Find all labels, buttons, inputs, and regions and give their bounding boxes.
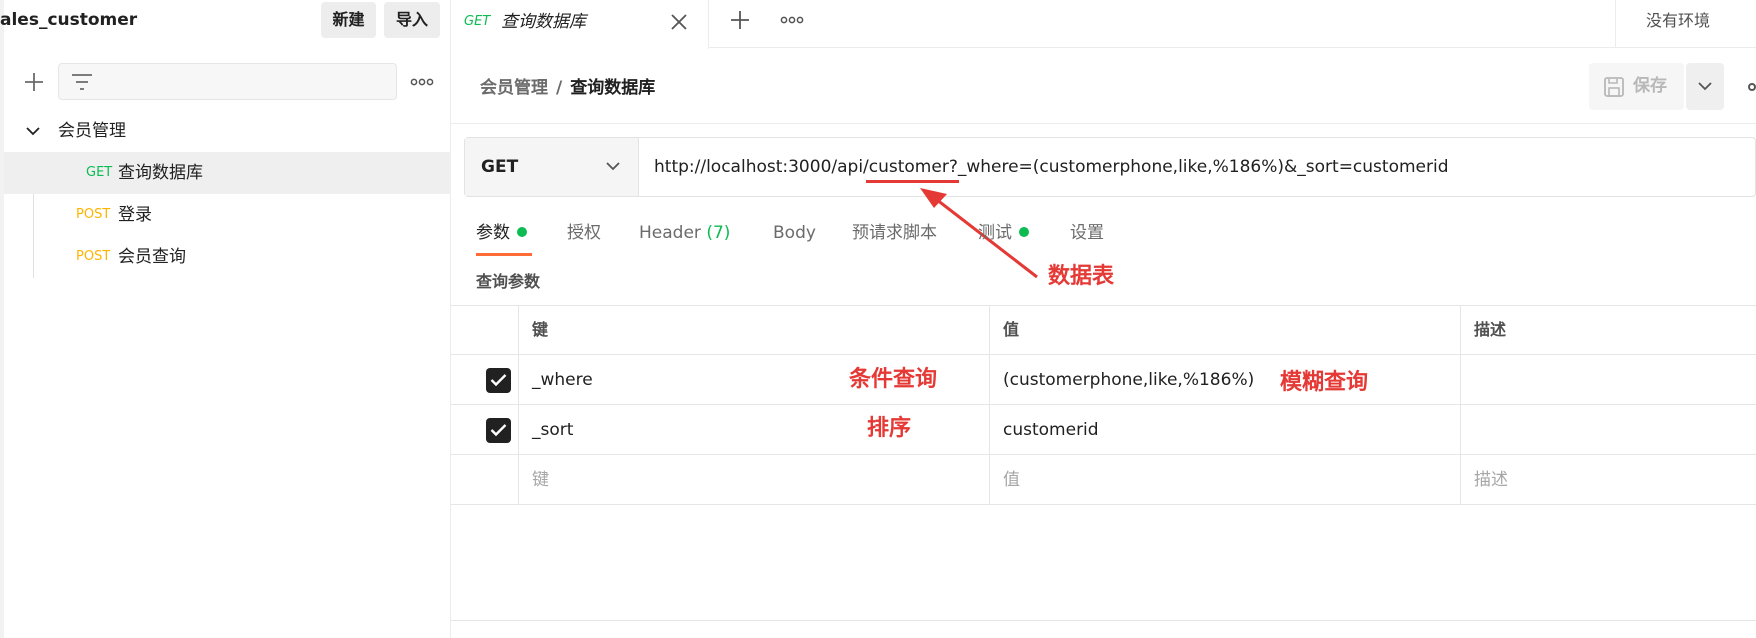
header-divider <box>451 123 1756 124</box>
header-check-cell <box>451 305 519 355</box>
breadcrumb: 会员管理 / 查询数据库 <box>480 76 655 100</box>
method-badge: POST <box>76 249 111 264</box>
header-key: 键 <box>519 305 990 355</box>
table-row-empty: 键 值 描述 <box>451 455 1756 505</box>
new-key-input[interactable]: 键 <box>519 455 990 505</box>
save-icon <box>1604 77 1624 97</box>
tab-tests[interactable]: 测试 <box>978 218 1029 248</box>
request-label: 查询数据库 <box>118 163 203 183</box>
breadcrumb-current[interactable]: 查询数据库 <box>570 78 655 98</box>
import-button[interactable]: 导入 <box>384 2 440 38</box>
tab-label: 设置 <box>1070 223 1104 243</box>
environment-selector[interactable]: 没有环境 <box>1615 0 1756 48</box>
check-icon <box>490 374 507 387</box>
param-key[interactable]: _sort <box>519 405 990 455</box>
row-check-cell <box>451 455 519 505</box>
tab-label: 预请求脚本 <box>852 223 937 243</box>
tab-label: Header <box>639 223 701 243</box>
method-select[interactable]: GET <box>465 138 639 196</box>
request-url-bar: GET http://localhost:3000/api/customer?_… <box>464 137 1756 197</box>
breadcrumb-separator: / <box>556 78 563 98</box>
sidebar-more-icon[interactable] <box>410 74 434 88</box>
more-icon[interactable] <box>1748 83 1756 91</box>
param-description[interactable] <box>1461 405 1756 455</box>
sidebar-request-query-db[interactable]: GET 查询数据库 <box>4 152 451 194</box>
chevron-down-icon <box>26 127 40 136</box>
new-button[interactable]: 新建 <box>321 2 376 38</box>
sidebar-request-login[interactable]: POST 登录 <box>4 194 451 236</box>
tab-label: 参数 <box>476 223 510 243</box>
close-icon[interactable] <box>670 13 688 31</box>
header-description: 描述 <box>1474 320 1507 339</box>
tab-bar: GET 查询数据库 没有环境 <box>451 0 1756 49</box>
query-params-title: 查询参数 <box>476 272 541 291</box>
table-header-row: 键 值 描述 <box>451 305 1756 355</box>
tab-method-badge: GET <box>464 14 491 29</box>
new-tab-icon[interactable] <box>729 9 751 31</box>
add-collection-icon[interactable] <box>22 70 46 94</box>
filter-input[interactable] <box>58 63 397 100</box>
new-description-input[interactable]: 描述 <box>1461 455 1756 505</box>
response-divider <box>451 620 1756 621</box>
method-value: GET <box>481 157 519 177</box>
annotation-condition: 条件查询 <box>849 367 938 392</box>
annotation-table: 数据表 <box>1048 264 1115 289</box>
annotation-underline <box>866 180 959 183</box>
filter-icon <box>72 74 92 90</box>
row-check-cell <box>451 405 519 455</box>
annotation-fuzzy: 模糊查询 <box>1280 370 1369 395</box>
param-description[interactable] <box>1461 355 1756 405</box>
tab-label: 授权 <box>567 223 601 243</box>
folder-member-management[interactable]: 会员管理 <box>4 110 451 152</box>
breadcrumb-parent[interactable]: 会员管理 <box>480 78 548 98</box>
save-button[interactable]: 保存 <box>1589 63 1684 110</box>
check-icon <box>490 424 507 437</box>
active-dot-icon <box>1019 227 1029 237</box>
folder-label: 会员管理 <box>58 121 126 141</box>
tab-body[interactable]: Body <box>773 218 816 248</box>
sidebar: ales_customer 新建 导入 会员管理 GET 查询数据库 POST … <box>0 0 451 638</box>
save-dropdown-button[interactable] <box>1686 63 1724 110</box>
tab-pre-request-script[interactable]: 预请求脚本 <box>852 218 937 248</box>
chevron-down-icon <box>606 162 620 171</box>
param-checkbox[interactable] <box>486 418 511 443</box>
method-badge: POST <box>76 207 111 222</box>
tab-params[interactable]: 参数 <box>476 218 527 248</box>
param-checkbox[interactable] <box>486 368 511 393</box>
url-input[interactable]: http://localhost:3000/api/customer?_wher… <box>654 138 1449 196</box>
tab-query-db[interactable]: GET 查询数据库 <box>451 0 709 49</box>
annotation-sort: 排序 <box>867 416 912 441</box>
active-dot-icon <box>517 227 527 237</box>
tab-label: 测试 <box>978 223 1012 243</box>
chevron-down-icon <box>1698 82 1712 91</box>
request-label: 会员查询 <box>118 247 186 267</box>
tab-header[interactable]: Header (7) <box>639 218 730 248</box>
param-value[interactable]: (customerphone,like,%186%) <box>990 355 1461 405</box>
sidebar-request-member-query[interactable]: POST 会员查询 <box>4 236 451 278</box>
row-check-cell <box>451 355 519 405</box>
header-count: (7) <box>706 223 731 243</box>
active-tab-indicator <box>476 253 532 256</box>
new-value-input[interactable]: 值 <box>990 455 1461 505</box>
tab-auth[interactable]: 授权 <box>567 218 601 248</box>
table-row: _sort customerid <box>451 405 1756 455</box>
tab-label: Body <box>773 223 816 243</box>
header-value: 值 <box>990 305 1461 355</box>
tab-settings[interactable]: 设置 <box>1070 218 1104 248</box>
param-value[interactable]: customerid <box>990 405 1461 455</box>
table-row: _where (customerphone,like,%186%) <box>451 355 1756 405</box>
save-label: 保存 <box>1633 76 1667 96</box>
workspace-title: ales_customer <box>0 10 138 30</box>
request-label: 登录 <box>118 205 152 225</box>
method-badge: GET <box>86 165 113 180</box>
tab-label: 查询数据库 <box>501 12 586 32</box>
tab-more-icon[interactable] <box>780 13 804 27</box>
